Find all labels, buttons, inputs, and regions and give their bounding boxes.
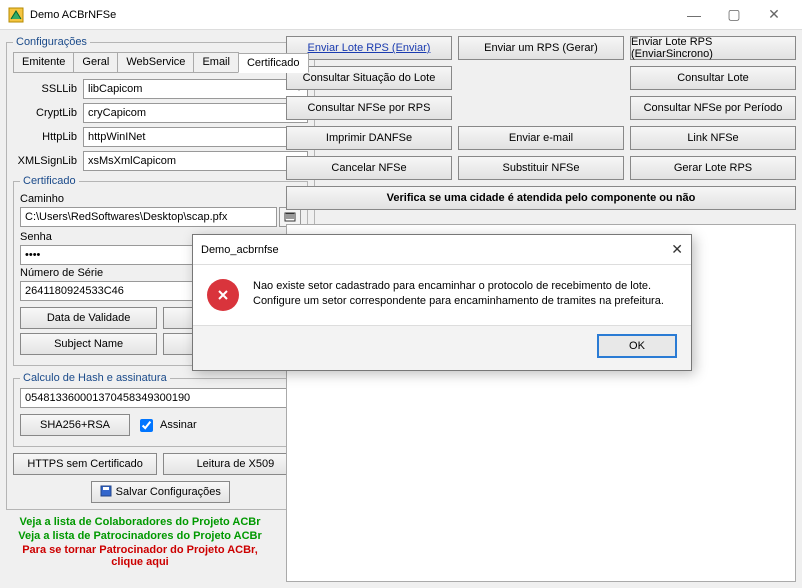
minimize-button[interactable]: — xyxy=(674,7,714,23)
close-button[interactable]: ✕ xyxy=(754,6,794,23)
verifica-cidade-button[interactable]: Verifica se uma cidade é atendida pelo c… xyxy=(286,186,796,210)
hash-input[interactable] xyxy=(20,388,301,408)
dialog-title: Demo_acbrnfse xyxy=(201,244,671,256)
save-icon xyxy=(100,485,112,500)
tab-geral[interactable]: Geral xyxy=(73,52,118,72)
cryptlib-select[interactable]: cryCapicom xyxy=(83,103,308,123)
dialog-close-button[interactable]: ✕ xyxy=(671,241,683,258)
ssllib-select[interactable]: libCapicom xyxy=(83,79,308,99)
error-icon xyxy=(207,279,239,311)
ssllib-label: SSLLib xyxy=(13,83,83,95)
data-validade-button[interactable]: Data de Validade xyxy=(20,307,157,329)
substituir-nfse-button[interactable]: Substituir NFSe xyxy=(458,156,624,180)
consultar-lote-button[interactable]: Consultar Lote xyxy=(630,66,796,90)
gerar-lote-button[interactable]: Gerar Lote RPS xyxy=(630,156,796,180)
caminho-input[interactable] xyxy=(20,207,277,227)
link-patrocinadores[interactable]: Veja a lista de Patrocinadores do Projet… xyxy=(6,530,274,542)
xmlsignlib-label: XMLSignLib xyxy=(13,155,83,167)
consultar-situacao-button[interactable]: Consultar Situação do Lote xyxy=(286,66,452,90)
dialog-ok-button[interactable]: OK xyxy=(597,334,677,358)
certificado-legend: Certificado xyxy=(20,175,79,187)
https-sem-cert-button[interactable]: HTTPS sem Certificado xyxy=(13,453,157,475)
assinar-checkbox[interactable] xyxy=(140,419,153,432)
imprimir-danfse-button[interactable]: Imprimir DANFSe xyxy=(286,126,452,150)
caminho-label: Caminho xyxy=(20,193,301,205)
tab-emitente[interactable]: Emitente xyxy=(13,52,74,72)
hash-group: Calculo de Hash e assinatura SHA256+RSA … xyxy=(13,372,308,447)
enviar-sincrono-button[interactable]: Enviar Lote RPS (EnviarSincrono) xyxy=(630,36,796,60)
error-dialog: Demo_acbrnfse ✕ Nao existe setor cadastr… xyxy=(192,234,692,371)
tab-certificado[interactable]: Certificado xyxy=(238,53,309,73)
assinar-checkbox-label[interactable]: Assinar xyxy=(136,416,197,435)
enviar-lote-button[interactable]: Enviar Lote RPS (Enviar) xyxy=(286,36,452,60)
httplib-select[interactable]: httpWinINet xyxy=(83,127,308,147)
salvar-config-button[interactable]: Salvar Configurações xyxy=(91,481,230,503)
sha256-button[interactable]: SHA256+RSA xyxy=(20,414,130,436)
tab-webservice[interactable]: WebService xyxy=(117,52,194,72)
link-nfse-button[interactable]: Link NFSe xyxy=(630,126,796,150)
httplib-label: HttpLib xyxy=(13,131,83,143)
subject-name-button[interactable]: Subject Name xyxy=(20,333,157,355)
cancelar-nfse-button[interactable]: Cancelar NFSe xyxy=(286,156,452,180)
xmlsignlib-select[interactable]: xsMsXmlCapicom xyxy=(83,151,308,171)
enviar-rps-button[interactable]: Enviar um RPS (Gerar) xyxy=(458,36,624,60)
hash-legend: Calculo de Hash e assinatura xyxy=(20,372,170,384)
window-title: Demo ACBrNFSe xyxy=(30,9,674,21)
link-tornar-patrocinador[interactable]: Para se tornar Patrocinador do Projeto A… xyxy=(6,544,274,568)
tab-email[interactable]: Email xyxy=(193,52,239,72)
cryptlib-label: CryptLib xyxy=(13,107,83,119)
link-colaboradores[interactable]: Veja a lista de Colaboradores do Projeto… xyxy=(6,516,274,528)
app-icon xyxy=(8,7,24,23)
dialog-message: Nao existe setor cadastrado para encamin… xyxy=(253,279,664,311)
config-legend: Configurações xyxy=(13,36,90,48)
enviar-email-button[interactable]: Enviar e-mail xyxy=(458,126,624,150)
maximize-button[interactable]: ▢ xyxy=(714,6,754,23)
consultar-periodo-button[interactable]: Consultar NFSe por Período xyxy=(630,96,796,120)
consultar-rps-button[interactable]: Consultar NFSe por RPS xyxy=(286,96,452,120)
